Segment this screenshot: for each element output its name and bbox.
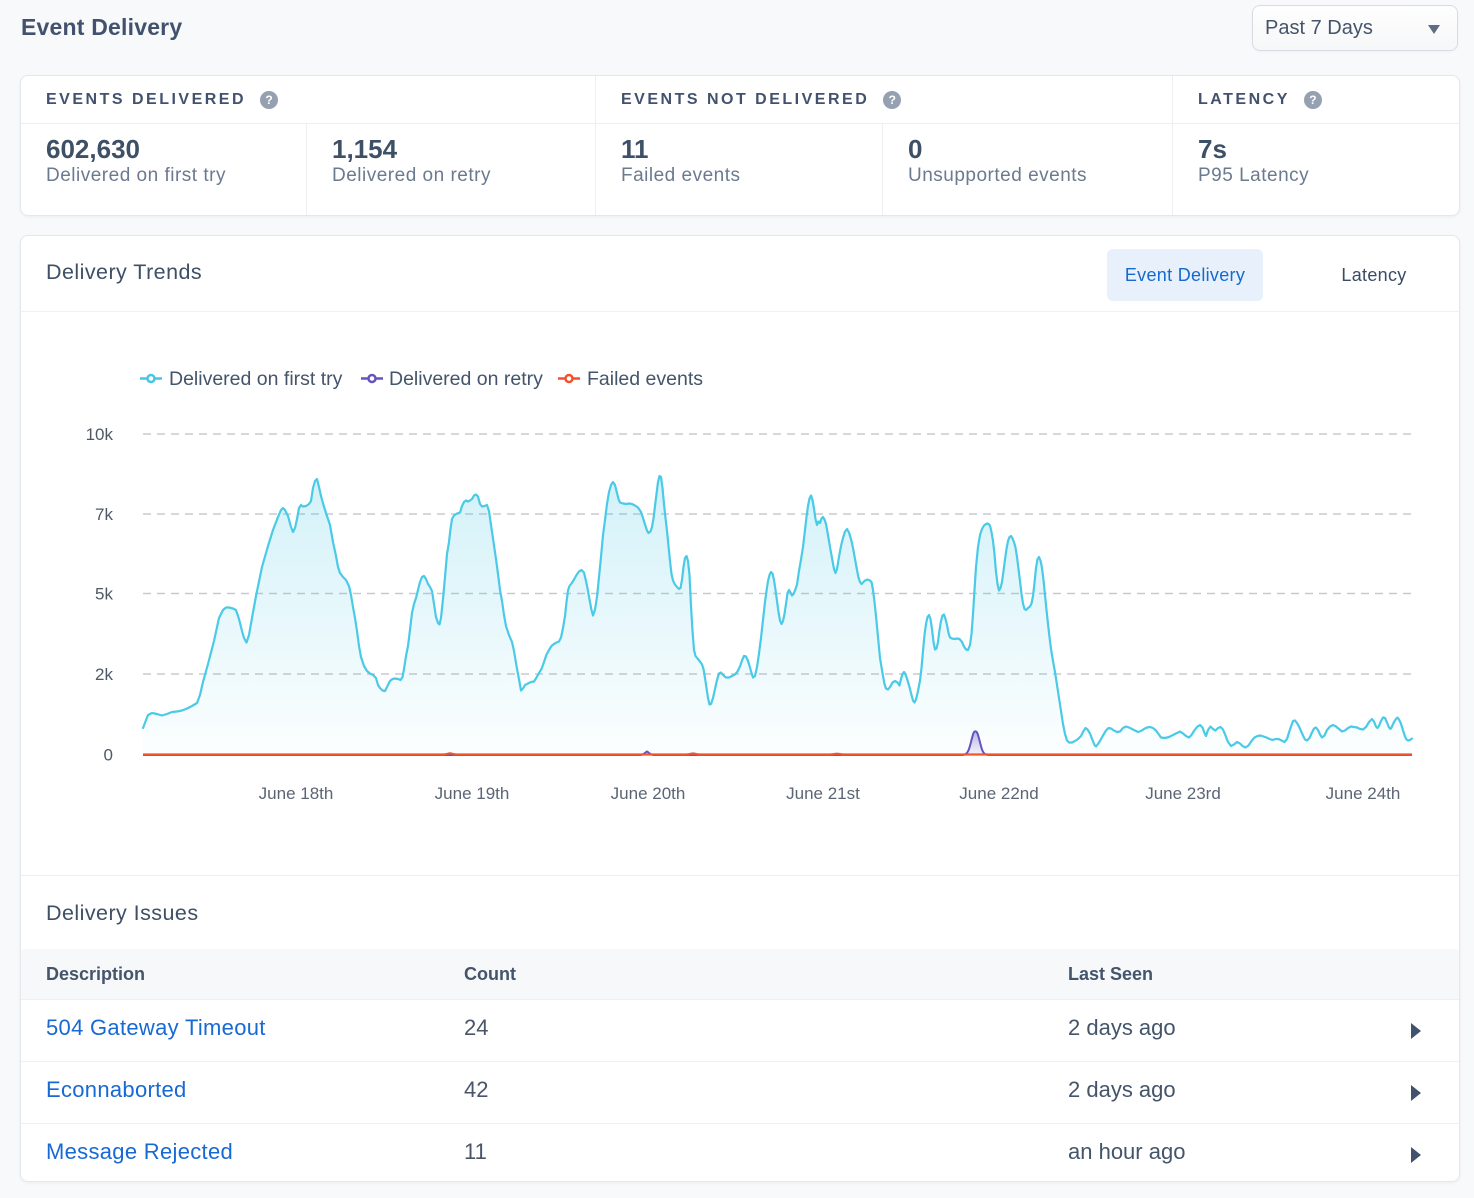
svg-text:June 18th: June 18th [259, 784, 334, 803]
svg-text:June 24th: June 24th [1326, 784, 1401, 803]
svg-text:June 20th: June 20th [611, 784, 686, 803]
svg-text:0: 0 [104, 746, 113, 765]
svg-text:June 22nd: June 22nd [959, 784, 1038, 803]
svg-text:June 23rd: June 23rd [1145, 784, 1221, 803]
svg-text:June 19th: June 19th [435, 784, 510, 803]
svg-text:Failed events: Failed events [587, 368, 703, 390]
svg-text:Delivered on first try: Delivered on first try [169, 368, 343, 390]
svg-text:10k: 10k [86, 425, 114, 444]
svg-text:2k: 2k [95, 665, 113, 684]
svg-text:5k: 5k [95, 585, 113, 604]
svg-text:Delivered on retry: Delivered on retry [389, 368, 543, 390]
svg-text:7k: 7k [95, 505, 113, 524]
svg-text:June 21st: June 21st [786, 784, 860, 803]
